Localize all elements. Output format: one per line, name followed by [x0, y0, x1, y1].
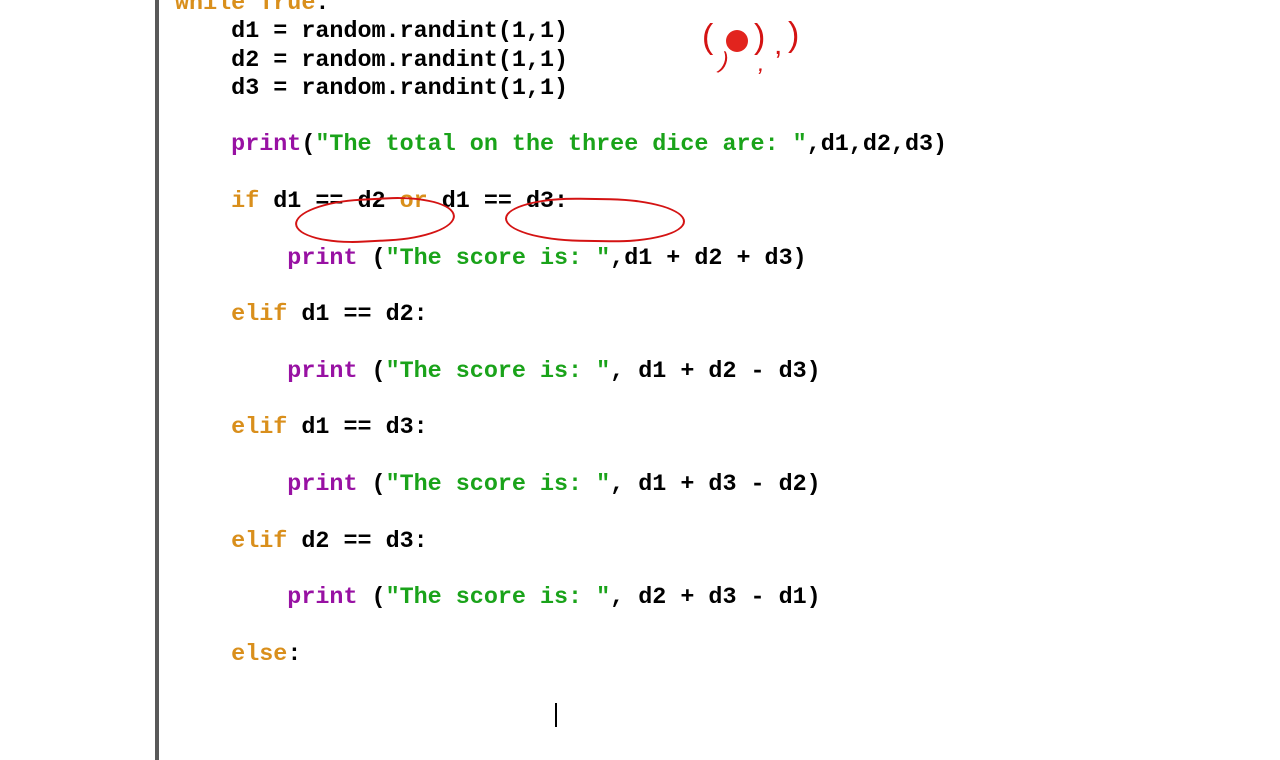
keyword-or: or [400, 189, 428, 215]
keyword-elif: elif [231, 302, 287, 328]
indent [175, 415, 231, 441]
string-literal: "The score is: " [386, 585, 611, 611]
indent [175, 359, 287, 385]
text-cursor [555, 703, 557, 727]
string-literal: "The score is: " [386, 359, 611, 385]
paren: ( [357, 472, 385, 498]
keyword-elif: elif [231, 415, 287, 441]
keyword-if: if [231, 189, 259, 215]
builtin-print: print [287, 359, 357, 385]
condition: d1 == d3: [287, 415, 427, 441]
builtin-print: print [287, 246, 357, 272]
indent [175, 585, 287, 611]
keyword-else: else [231, 642, 287, 668]
paren: ( [301, 132, 315, 158]
indent [175, 642, 231, 668]
code-args: ,d1 + d2 + d3) [610, 246, 807, 272]
builtin-print: print [287, 585, 357, 611]
condition-b: d1 == d3: [428, 189, 568, 215]
indent [175, 529, 231, 555]
keyword-elif: elif [231, 529, 287, 555]
indent [175, 302, 231, 328]
indent [175, 189, 231, 215]
string-literal: "The score is: " [386, 472, 611, 498]
code-args: , d1 + d3 - d2) [610, 472, 821, 498]
code-args: , d1 + d2 - d3) [610, 359, 821, 385]
indent [175, 132, 231, 158]
colon: : [315, 0, 329, 17]
condition: d2 == d3: [287, 529, 427, 555]
line-number-gutter [155, 0, 159, 760]
builtin-print: print [287, 472, 357, 498]
string-literal: "The score is: " [386, 246, 611, 272]
condition-a: d1 == d2 [259, 189, 399, 215]
code-args: ,d1,d2,d3) [807, 132, 947, 158]
keyword-while: while True [175, 0, 315, 17]
code-editor[interactable]: while True: d1 = random.randint(1,1) d2 … [175, 0, 947, 669]
colon: : [287, 642, 301, 668]
builtin-print: print [231, 132, 301, 158]
indent [175, 472, 287, 498]
paren: ( [357, 246, 385, 272]
code-line [175, 19, 231, 45]
condition: d1 == d2: [287, 302, 427, 328]
code-line-d3: d3 = random.randint(1,1) [231, 76, 568, 102]
string-literal: "The total on the three dice are: " [315, 132, 806, 158]
paren: ( [357, 585, 385, 611]
code-line-d2: d2 = random.randint(1,1) [231, 48, 568, 74]
indent [175, 246, 287, 272]
code-line-d1: d1 = random.randint(1,1) [231, 19, 568, 45]
code-args: , d2 + d3 - d1) [610, 585, 821, 611]
paren: ( [357, 359, 385, 385]
indent [175, 76, 231, 102]
indent [175, 48, 231, 74]
